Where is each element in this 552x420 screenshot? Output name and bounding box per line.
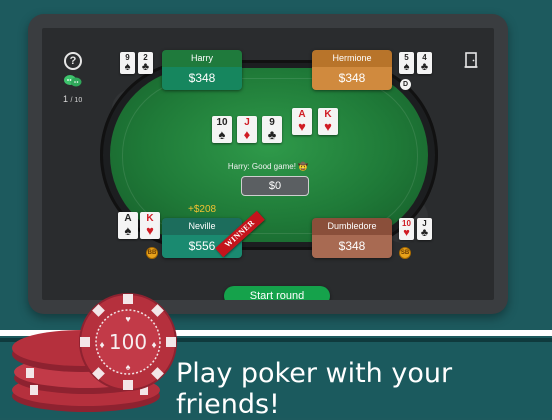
card-suit: ♥ <box>298 119 306 134</box>
board-card-2: J ♦ <box>237 116 257 143</box>
player-name: Hermione <box>312 50 392 67</box>
start-round-button[interactable]: Start round <box>224 286 330 300</box>
chip-suit-bottom: ♠ <box>126 362 131 372</box>
card-suit: ♣ <box>420 227 429 239</box>
game-screen: ? 1 / 10 9 ♠ 2 ♣ Harry $348 Hermione $34… <box>42 28 494 300</box>
harry-card-1: 9 ♠ <box>120 52 135 74</box>
player-name: Dumbledore <box>312 218 392 235</box>
chip-suit-right: ♦ <box>151 340 156 351</box>
card-suit: ♠ <box>403 61 410 73</box>
tablet-frame: ? 1 / 10 9 ♠ 2 ♣ Harry $348 Hermione $34… <box>28 14 508 314</box>
round-total: / 10 <box>70 97 83 104</box>
player-dumbledore[interactable]: Dumbledore $348 <box>312 218 392 258</box>
win-amount: +$208 <box>188 204 217 215</box>
board-card-4: A ♥ <box>292 108 312 135</box>
player-name: Harry <box>162 50 242 67</box>
player-hermione[interactable]: Hermione $348 <box>312 50 392 90</box>
chip-suit-left: ♦ <box>99 340 104 351</box>
felt-inner-line <box>122 78 418 234</box>
card-suit: ♠ <box>124 61 131 73</box>
chat-icon[interactable] <box>63 74 83 88</box>
neville-card-1: A ♠ <box>118 212 138 239</box>
card-suit: ♦ <box>243 127 251 142</box>
help-icon[interactable]: ? <box>64 52 82 70</box>
card-suit: ♥ <box>146 223 154 238</box>
neville-card-2: K ♥ <box>140 212 160 239</box>
player-stack: $348 <box>312 235 392 258</box>
player-stack: $348 <box>312 67 392 90</box>
card-suit: ♣ <box>420 61 429 73</box>
card-suit: ♠ <box>218 127 226 142</box>
player-stack: $348 <box>162 67 242 90</box>
player-harry[interactable]: Harry $348 <box>162 50 242 90</box>
pot-amount: $0 <box>241 176 309 196</box>
dumbledore-card-2: J ♣ <box>417 218 432 240</box>
card-suit: ♥ <box>403 227 410 239</box>
chip-suit-top: ♥ <box>125 314 130 324</box>
round-counter: 1 / 10 <box>63 94 82 104</box>
player-name: Neville <box>162 218 242 235</box>
card-suit: ♣ <box>141 61 150 73</box>
board-card-5: K ♥ <box>318 108 338 135</box>
dealer-button: D <box>400 79 411 90</box>
round-number: 1 <box>63 94 69 104</box>
hermione-card-2: 4 ♣ <box>417 52 432 74</box>
card-suit: ♥ <box>324 119 332 134</box>
small-blind-button: SB <box>399 247 411 259</box>
chat-message: Harry: Good game! 🤠 <box>227 162 309 171</box>
poker-chip-stack: 100 ♦ ♦ ♥ ♠ <box>12 293 177 412</box>
board-card-1: 10 ♠ <box>212 116 232 143</box>
big-blind-button: BB <box>146 247 158 259</box>
chip-value: 100 <box>109 330 147 354</box>
card-suit: ♣ <box>267 127 277 142</box>
exit-door-icon[interactable] <box>464 52 478 68</box>
card-suit: ♠ <box>124 223 132 238</box>
board-card-3: 9 ♣ <box>262 116 282 143</box>
hermione-card-1: 5 ♠ <box>399 52 414 74</box>
dumbledore-card-1: 10 ♥ <box>399 218 414 240</box>
tagline: Play poker with your friends! <box>176 358 453 420</box>
harry-card-2: 2 ♣ <box>138 52 153 74</box>
